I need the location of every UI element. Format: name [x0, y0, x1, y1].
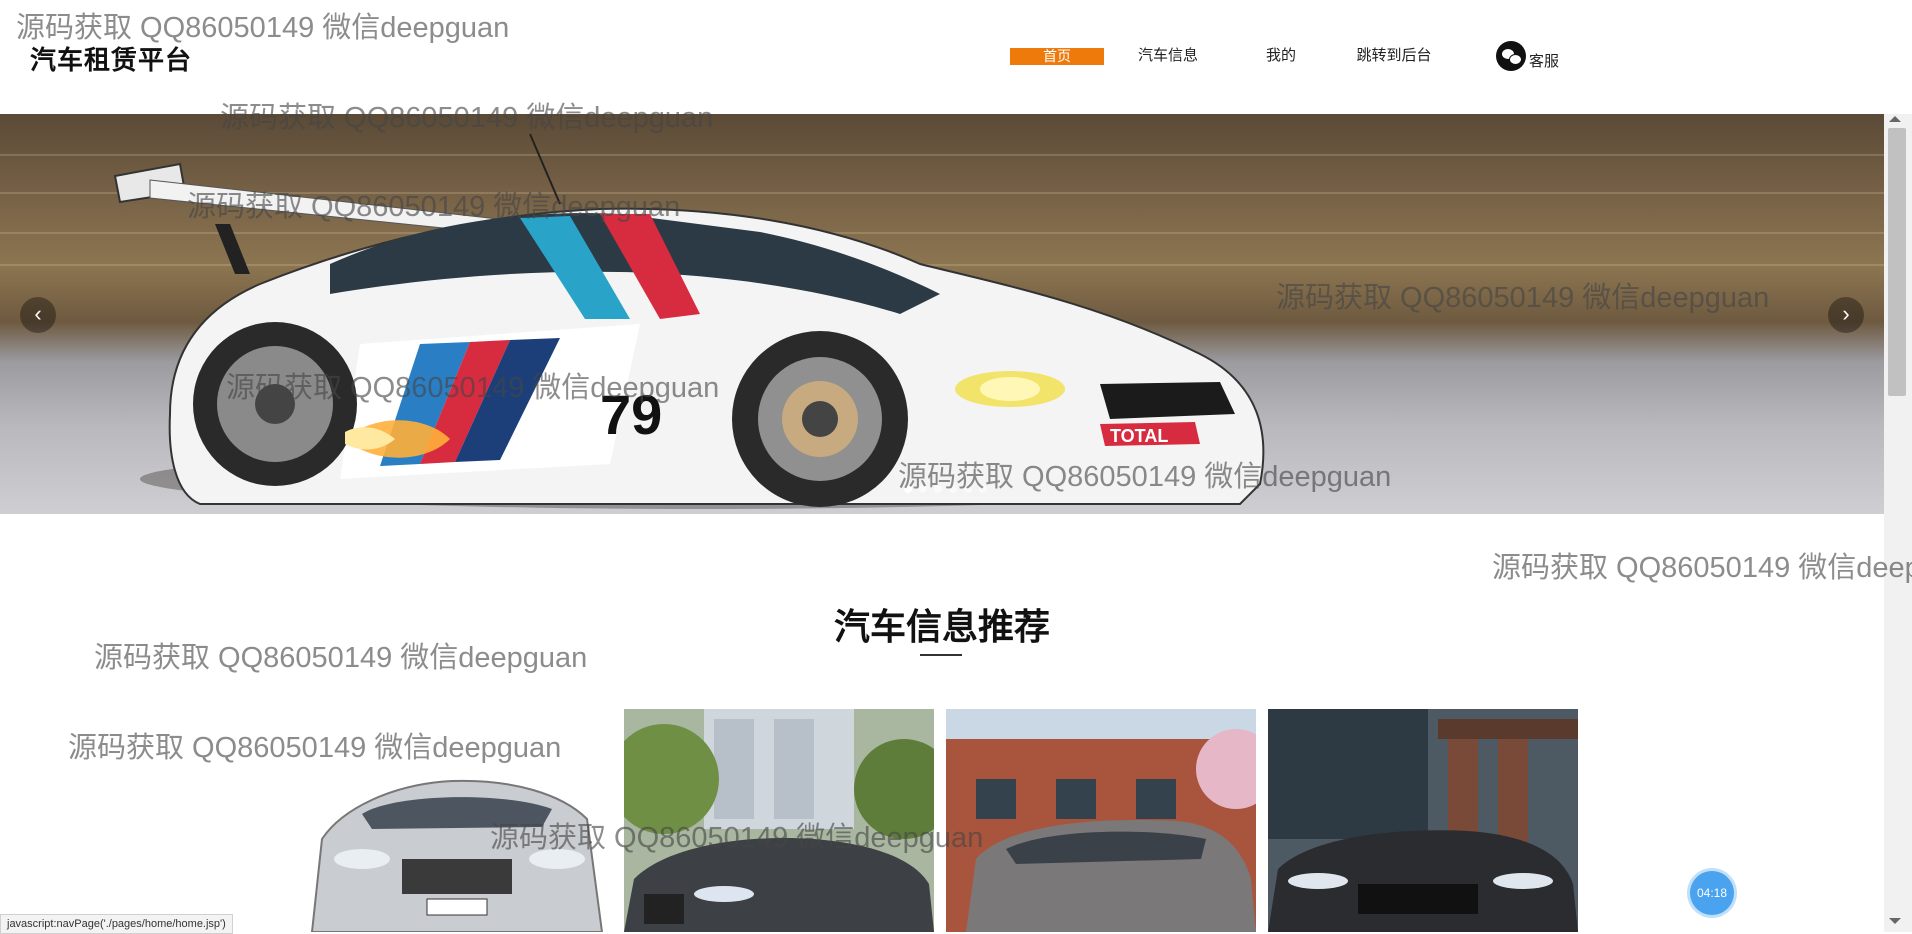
carousel-dot[interactable]: [964, 485, 972, 493]
status-bar-url: javascript:navPage('./pages/home/home.js…: [0, 914, 233, 934]
header: 汽车租赁平台 首页 汽车信息 我的 跳转到后台 客服: [0, 0, 1884, 114]
carousel: 79 TOTAL ‹ ›: [0, 114, 1884, 514]
title-underline: [920, 654, 962, 656]
scrollbar-thumb[interactable]: [1888, 128, 1906, 396]
nav-admin[interactable]: 跳转到后台: [1354, 46, 1434, 66]
carousel-prev-button[interactable]: ‹: [20, 297, 56, 333]
nav-home[interactable]: 首页: [1010, 47, 1104, 65]
top-nav: 首页 汽车信息 我的 跳转到后台 客服: [1010, 41, 1559, 71]
customer-service-label: 客服: [1529, 53, 1560, 70]
svg-text:79: 79: [600, 383, 662, 446]
svg-text:TOTAL: TOTAL: [1110, 426, 1168, 446]
luxury-sedan-photo: [1268, 709, 1578, 932]
carousel-indicators: [904, 485, 987, 493]
car-card[interactable]: [624, 709, 934, 932]
carousel-next-button[interactable]: ›: [1828, 297, 1864, 333]
car-card-list: [302, 709, 1578, 932]
site-title: 汽车租赁平台: [30, 45, 193, 75]
car-card[interactable]: [302, 709, 612, 932]
race-car-image: 79 TOTAL: [113, 133, 1265, 509]
scroll-down-arrow-icon[interactable]: [1889, 918, 1901, 924]
car-card[interactable]: [1268, 709, 1578, 932]
nav-mine[interactable]: 我的: [1264, 46, 1298, 66]
carousel-dot[interactable]: [934, 485, 942, 493]
timer-badge[interactable]: 04:18: [1690, 871, 1734, 915]
nav-car-info[interactable]: 汽车信息: [1136, 46, 1200, 66]
carousel-dot[interactable]: [904, 485, 912, 493]
mpv-photo: [946, 709, 1256, 932]
customer-service-button[interactable]: 客服: [1496, 41, 1559, 71]
carousel-dot[interactable]: [979, 485, 987, 493]
suv-photo: [302, 709, 612, 932]
section-title: 汽车信息推荐: [833, 606, 1050, 647]
sedan-photo: [624, 709, 934, 932]
carousel-dot[interactable]: [949, 485, 957, 493]
watermark: 源码获取 QQ86050149 微信deepguan: [1492, 552, 1912, 584]
wechat-icon: [1496, 41, 1526, 71]
carousel-dot[interactable]: [919, 485, 927, 493]
scroll-up-arrow-icon[interactable]: [1889, 116, 1901, 122]
car-card[interactable]: [946, 709, 1256, 932]
